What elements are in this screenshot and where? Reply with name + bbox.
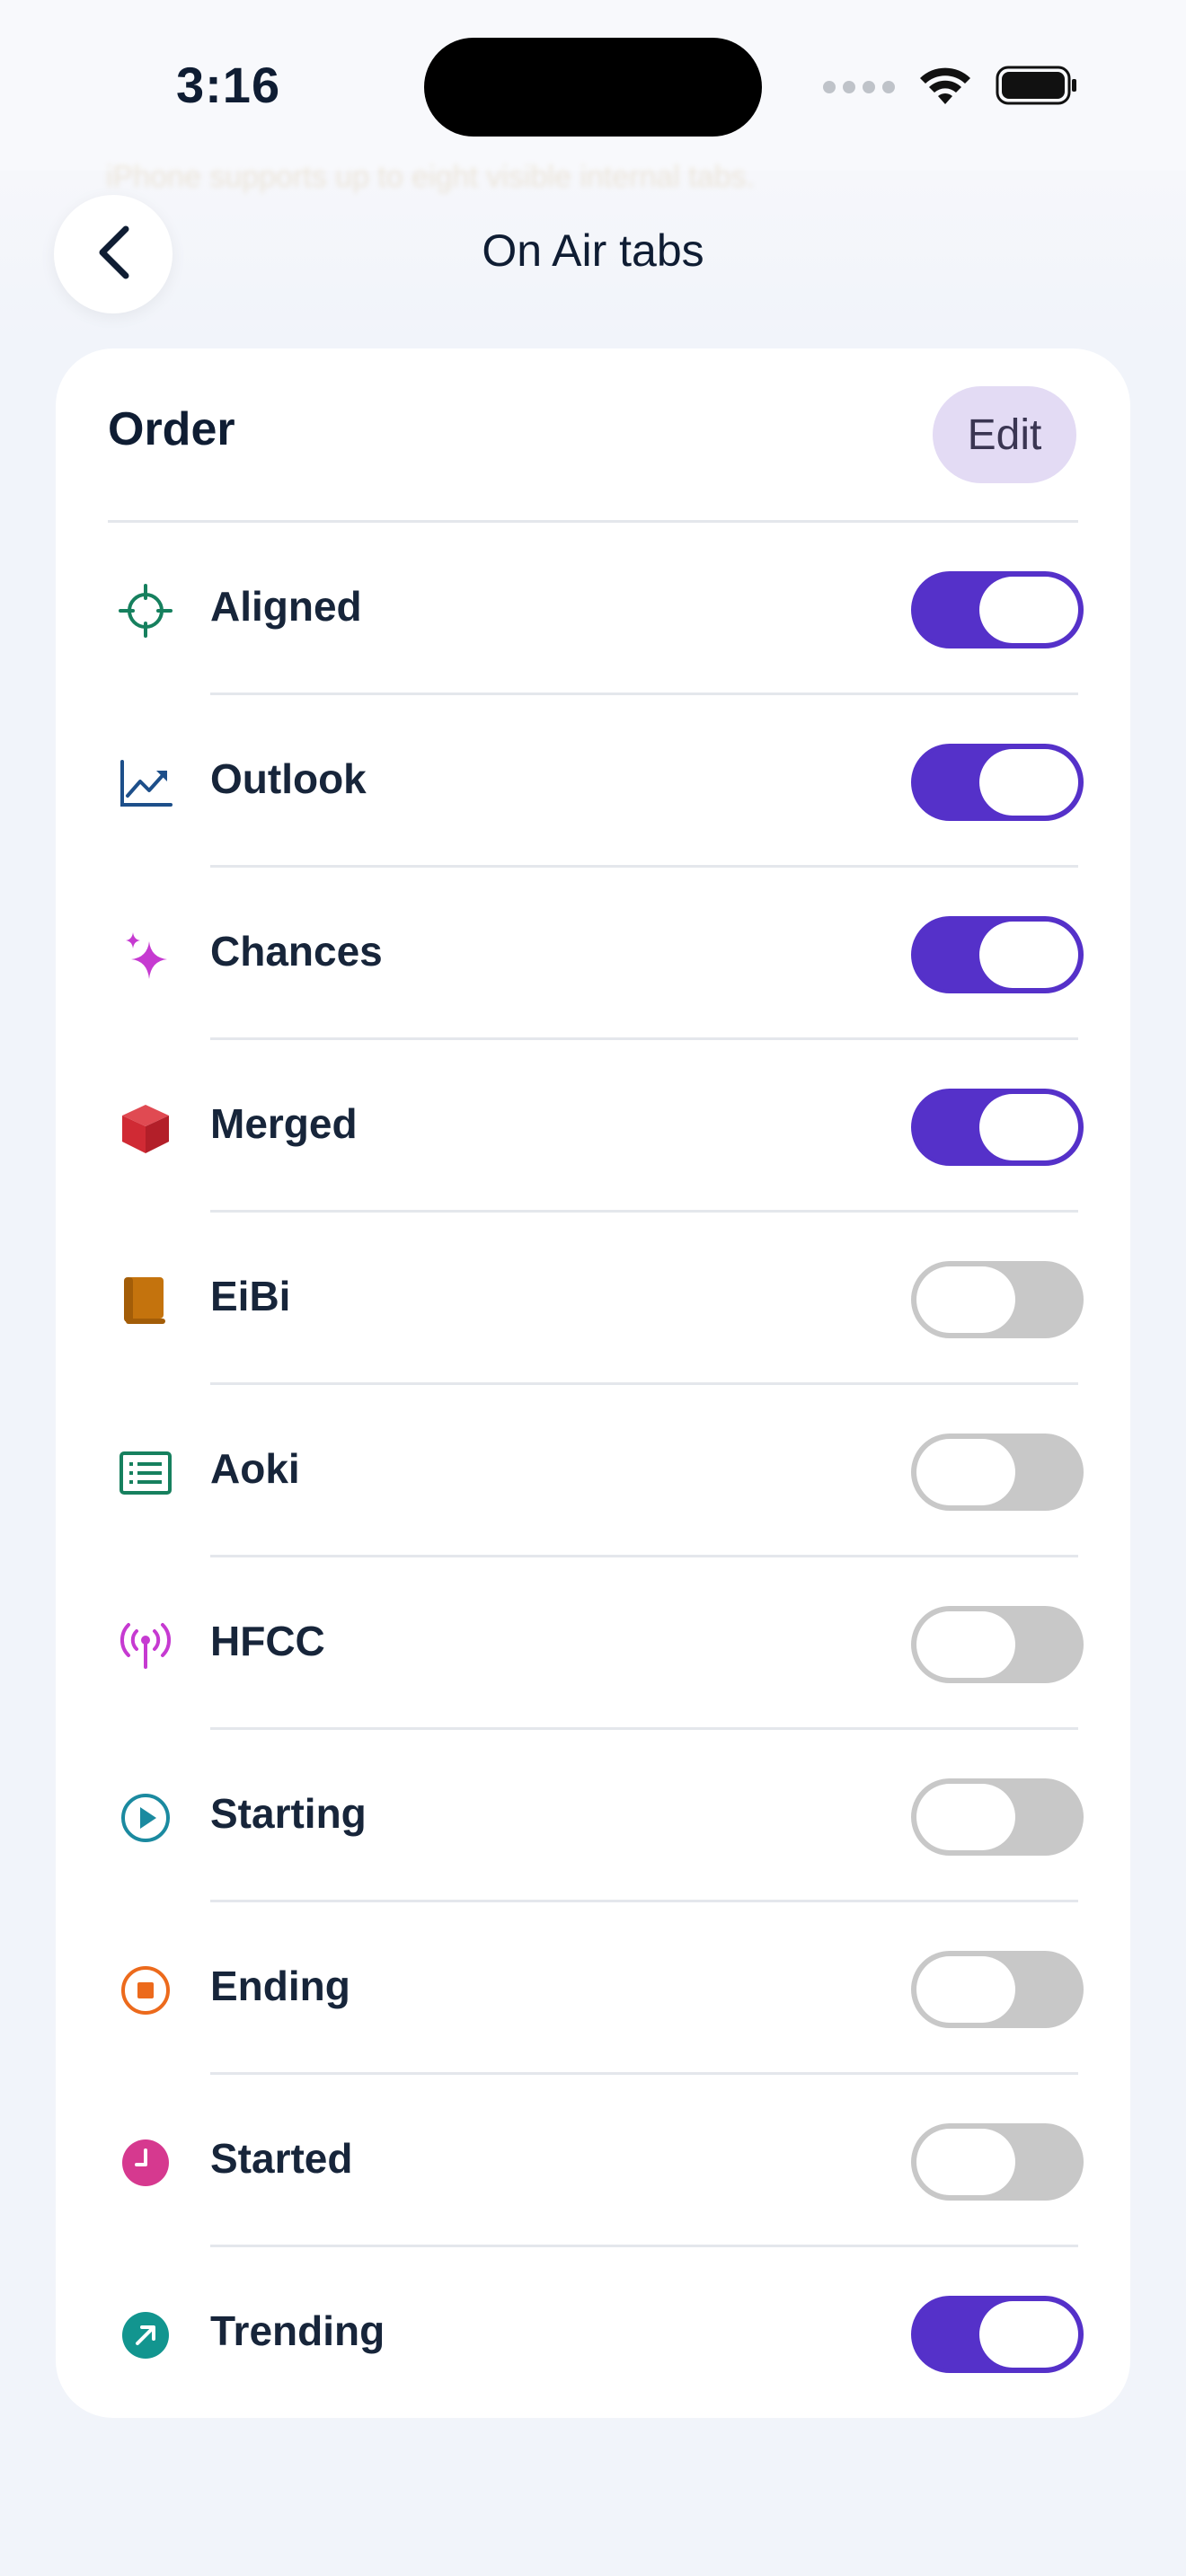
tab-label: HFCC [210, 1618, 325, 1664]
book-icon [117, 1272, 174, 1329]
toggle-merged[interactable] [911, 1089, 1084, 1166]
crosshair-icon [117, 582, 174, 640]
wifi-icon [918, 65, 972, 110]
clock-icon [117, 2134, 174, 2192]
toggle-aoki[interactable] [911, 1434, 1084, 1511]
battery-icon [996, 65, 1078, 110]
sparkles-icon [117, 927, 174, 984]
list-item: EiBi [56, 1213, 1130, 1385]
card-header: Order Edit [56, 348, 1130, 523]
toggle-ending[interactable] [911, 1951, 1084, 2028]
tab-label: Trending [210, 2307, 385, 2354]
tab-list: Aligned Outlook Chances Merged EiBi Aoki… [56, 523, 1130, 2420]
status-time: 3:16 [176, 57, 281, 113]
toggle-eibi[interactable] [911, 1261, 1084, 1338]
arrow-up-right-circle-icon [117, 2307, 174, 2364]
tab-label: Merged [210, 1100, 358, 1147]
tab-label: Ending [210, 1963, 350, 2009]
toggle-chances[interactable] [911, 916, 1084, 993]
tabs-order-card: Order Edit Aligned Outlook Chances Merge… [56, 348, 1130, 2418]
list-item: Outlook [56, 695, 1130, 868]
tab-label: Aoki [210, 1445, 300, 1492]
box-icon [117, 1099, 174, 1157]
toggle-outlook[interactable] [911, 744, 1084, 821]
list-item: Merged [56, 1040, 1130, 1213]
toggle-aligned[interactable] [911, 571, 1084, 648]
tab-label: Outlook [210, 755, 367, 802]
list-document-icon [117, 1444, 174, 1502]
tab-label: EiBi [210, 1273, 291, 1319]
tab-label: Starting [210, 1790, 367, 1837]
page-title: On Air tabs [482, 225, 704, 276]
tab-label: Aligned [210, 583, 362, 630]
status-indicators [823, 65, 1078, 110]
dynamic-island [424, 38, 762, 137]
background-hint-text: iPhone supports up to eight visible inte… [106, 160, 756, 194]
antenna-icon [117, 1617, 174, 1674]
section-title: Order [108, 403, 235, 455]
list-item: Starting [56, 1730, 1130, 1902]
status-bar: 3:16 [0, 0, 1186, 171]
chart-trend-up-icon [117, 754, 174, 812]
list-item: Ending [56, 1902, 1130, 2075]
list-item: Aoki [56, 1385, 1130, 1557]
toggle-trending[interactable] [911, 2296, 1084, 2373]
toggle-hfcc[interactable] [911, 1606, 1084, 1683]
list-item: Aligned [56, 523, 1130, 695]
play-circle-icon [117, 1789, 174, 1847]
list-item: Chances [56, 868, 1130, 1040]
cellular-signal-icon [823, 81, 895, 93]
list-item: Started [56, 2075, 1130, 2247]
edit-button[interactable]: Edit [933, 386, 1076, 483]
list-item: HFCC [56, 1557, 1130, 1730]
toggle-started[interactable] [911, 2123, 1084, 2201]
tab-label: Chances [210, 928, 383, 975]
stop-circle-icon [117, 1962, 174, 2019]
list-item: Trending [56, 2247, 1130, 2420]
tab-label: Started [210, 2135, 353, 2182]
toggle-starting[interactable] [911, 1778, 1084, 1856]
